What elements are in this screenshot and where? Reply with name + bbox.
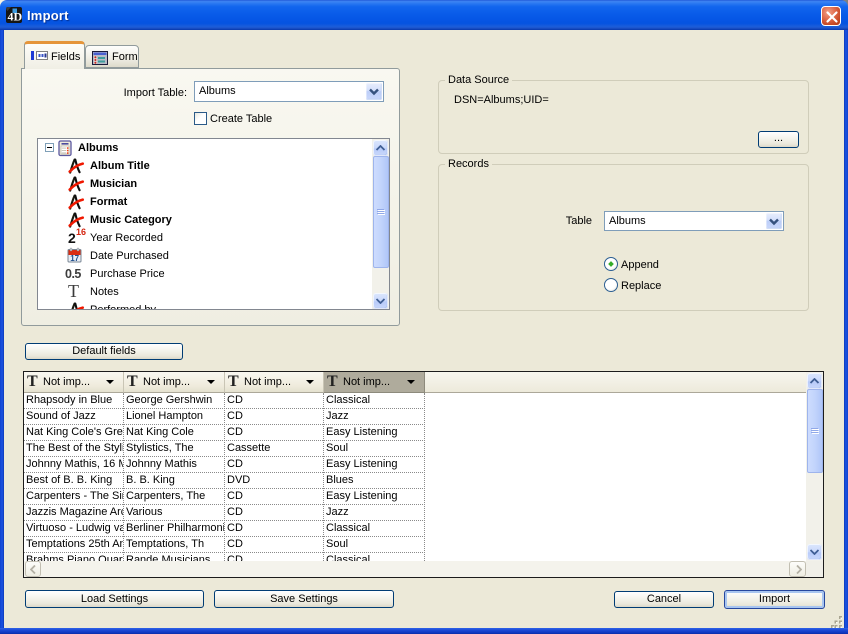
- svg-text:17: 17: [70, 254, 79, 263]
- svg-text:4D: 4D: [8, 10, 23, 24]
